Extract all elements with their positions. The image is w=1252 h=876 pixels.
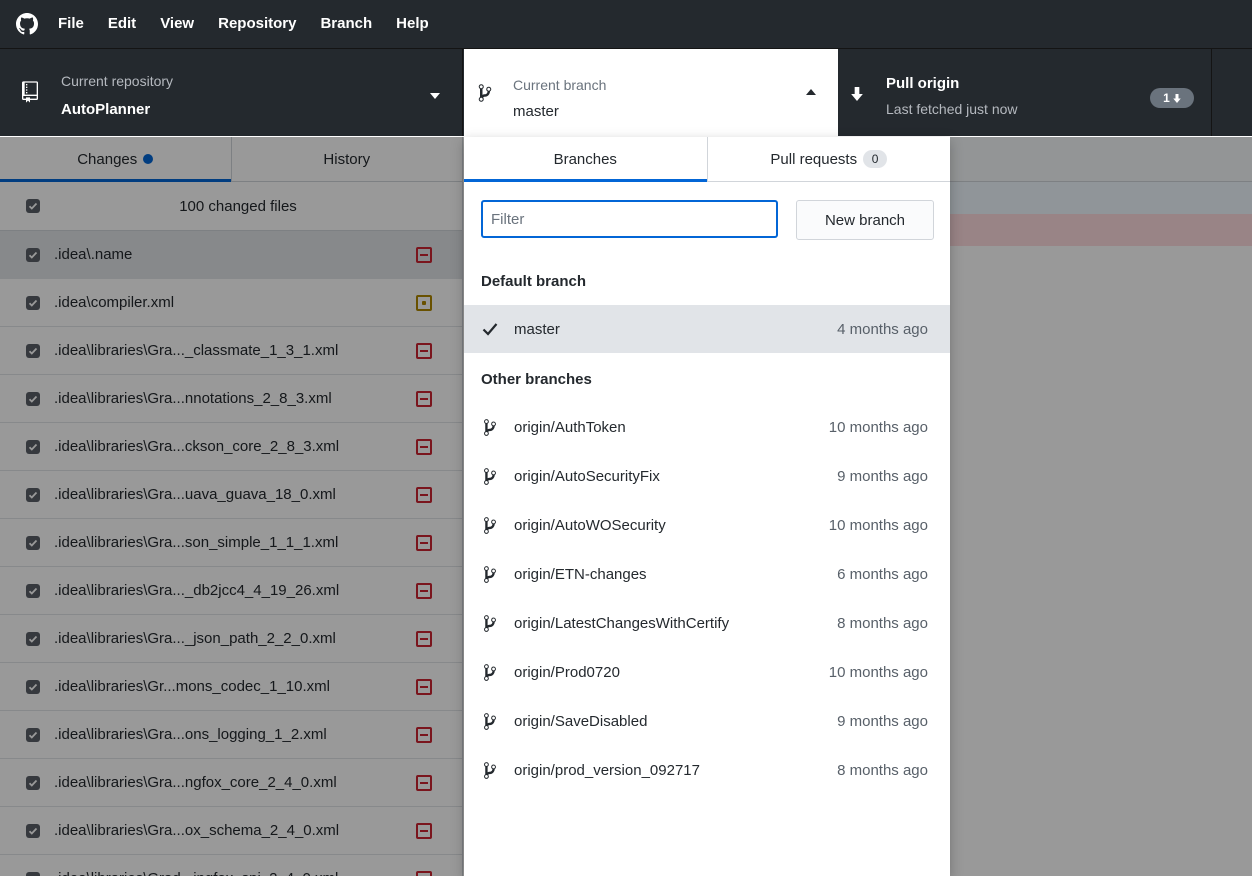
branch-updated-time: 8 months ago (837, 614, 928, 632)
pull-origin-label: Pull origin (886, 75, 960, 92)
new-branch-button[interactable]: New branch (796, 200, 934, 240)
branch-icon (482, 467, 498, 486)
branch-item[interactable]: origin/ETN-changes 6 months ago (464, 550, 950, 598)
chevron-down-icon (430, 93, 440, 99)
last-fetched-text: Last fetched just now (886, 101, 1018, 117)
branch-dropdown-tabs: Branches Pull requests 0 (464, 137, 950, 182)
branch-name: master (513, 103, 559, 120)
branch-name: origin/LatestChangesWithCertify (514, 614, 730, 632)
branch-item[interactable]: origin/Prod0720 10 months ago (464, 648, 950, 696)
tab-pull-requests-label: Pull requests (770, 150, 858, 168)
pull-origin-button[interactable]: Pull origin Last fetched just now 1 (838, 49, 1212, 136)
branch-item[interactable]: origin/AutoWOSecurity 10 months ago (464, 501, 950, 549)
arrow-down-icon (851, 87, 863, 105)
menu-repository[interactable]: Repository (206, 0, 308, 48)
other-branches-heading: Other branches (481, 371, 592, 388)
branch-icon (482, 761, 498, 780)
tab-branches-label: Branches (553, 150, 617, 168)
branch-item[interactable]: origin/AutoSecurityFix 9 months ago (464, 452, 950, 500)
branch-updated-time: 4 months ago (837, 320, 928, 338)
branch-icon (482, 516, 498, 535)
branch-item[interactable]: origin/AuthToken 10 months ago (464, 403, 950, 451)
repository-icon (22, 81, 38, 107)
menu-bar: File Edit View Repository Branch Help (0, 0, 1252, 48)
branch-label: Current branch (513, 77, 607, 93)
branch-updated-time: 10 months ago (828, 663, 928, 681)
branch-icon (482, 565, 498, 584)
branch-name: origin/AuthToken (514, 418, 626, 436)
branch-updated-time: 10 months ago (828, 418, 928, 436)
branch-item-master[interactable]: master 4 months ago (464, 305, 950, 353)
tab-branches[interactable]: Branches (464, 137, 707, 182)
branch-item[interactable]: origin/prod_version_092717 8 months ago (464, 746, 950, 794)
branch-name: master (514, 320, 560, 338)
branch-updated-time: 10 months ago (828, 516, 928, 534)
branch-item[interactable]: origin/LatestChangesWithCertify 8 months … (464, 599, 950, 647)
branch-name: origin/SaveDisabled (514, 712, 648, 730)
current-branch-button[interactable]: Current branch master (464, 49, 838, 137)
branch-icon (478, 83, 492, 107)
branch-filter-input[interactable] (481, 200, 778, 238)
branch-name: origin/prod_version_092717 (514, 761, 700, 779)
chevron-up-icon (806, 89, 816, 95)
branch-icon (482, 418, 498, 437)
menu-branch[interactable]: Branch (308, 0, 384, 48)
toolbar: Current repository AutoPlanner Current b… (0, 48, 1252, 137)
branch-name: origin/AutoSecurityFix (514, 467, 660, 485)
branch-name: origin/Prod0720 (514, 663, 620, 681)
menu-view[interactable]: View (148, 0, 206, 48)
branch-icon (482, 663, 498, 682)
tab-pull-requests[interactable]: Pull requests 0 (706, 137, 951, 181)
branch-dropdown: Branches Pull requests 0 New branch Defa… (464, 137, 950, 876)
branch-updated-time: 6 months ago (837, 565, 928, 583)
branch-icon (482, 614, 498, 633)
branch-item[interactable]: origin/SaveDisabled 9 months ago (464, 697, 950, 745)
repository-label: Current repository (61, 73, 174, 89)
pull-requests-counter: 0 (863, 150, 888, 168)
branch-icon (482, 712, 498, 731)
repository-name: AutoPlanner (61, 101, 151, 118)
branch-updated-time: 9 months ago (837, 467, 928, 485)
menu-file[interactable]: File (46, 0, 96, 48)
branch-updated-time: 9 months ago (837, 712, 928, 730)
pull-count: 1 (1163, 91, 1170, 105)
pull-count-badge: 1 (1150, 88, 1194, 108)
menu-help[interactable]: Help (384, 0, 441, 48)
branch-updated-time: 8 months ago (837, 761, 928, 779)
current-repository-button[interactable]: Current repository AutoPlanner (0, 49, 463, 136)
arrow-down-small-icon (1173, 93, 1181, 103)
menu-edit[interactable]: Edit (96, 0, 148, 48)
branch-name: origin/ETN-changes (514, 565, 647, 583)
default-branch-heading: Default branch (481, 273, 587, 290)
checkmark-icon (482, 322, 498, 336)
branch-name: origin/AutoWOSecurity (514, 516, 666, 534)
github-logo-icon (8, 0, 46, 48)
